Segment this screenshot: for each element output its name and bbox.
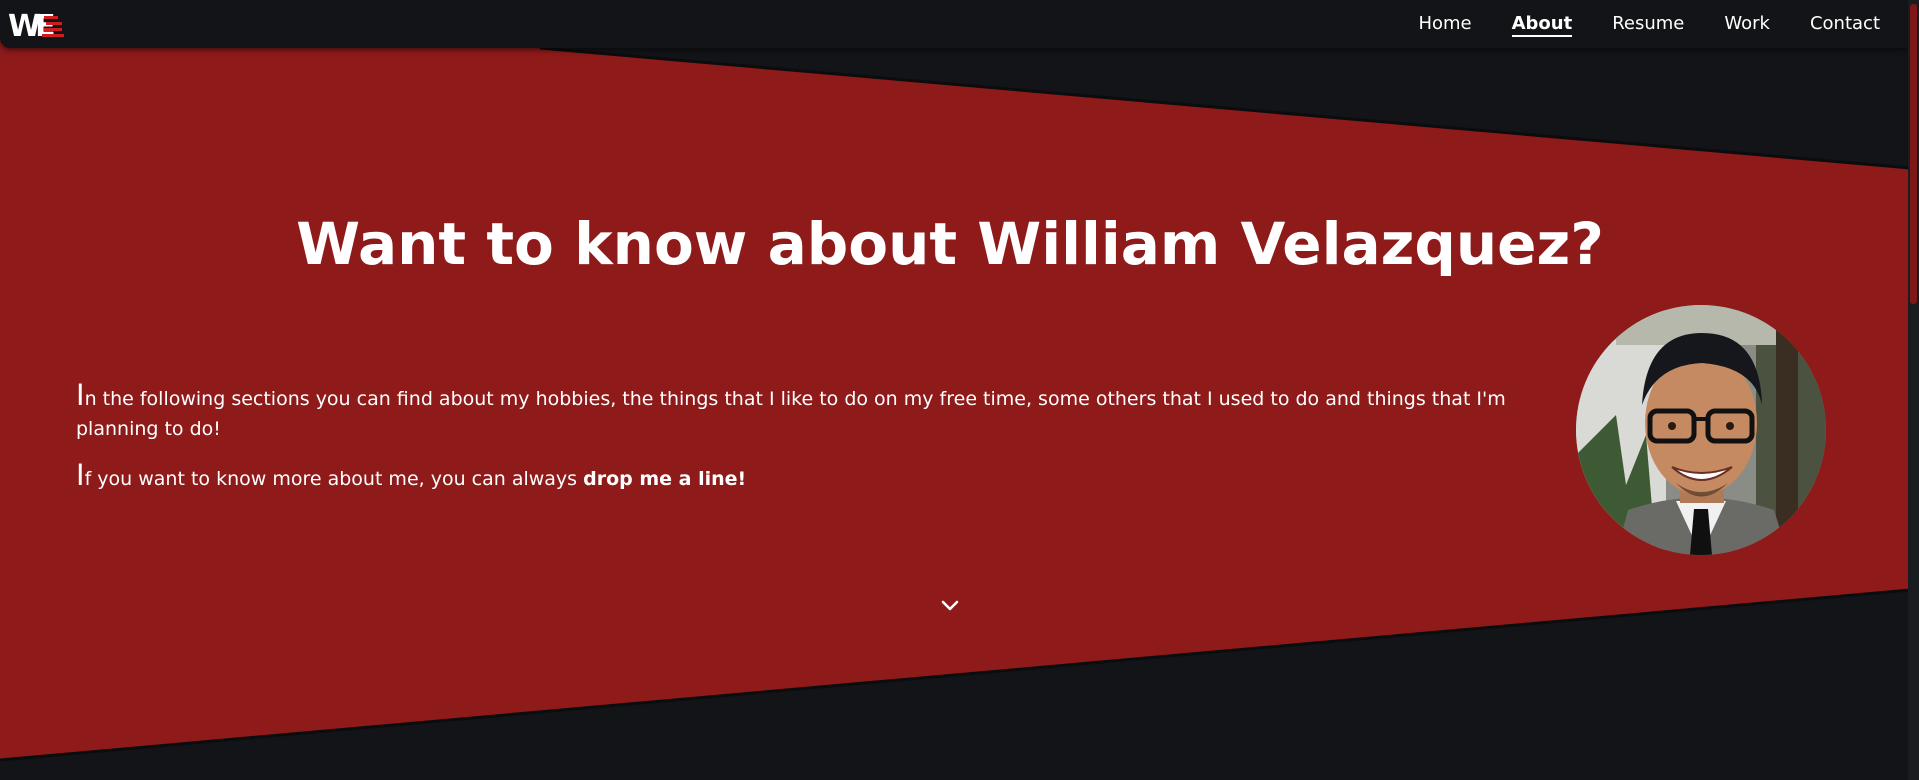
page: WE Home About Resume Work Contact Want t…: [0, 0, 1919, 780]
scrollbar[interactable]: [1908, 0, 1919, 780]
paragraph-text: f you want to know more about me, you ca…: [84, 468, 584, 490]
contact-link[interactable]: drop me a line!: [583, 468, 746, 490]
drop-cap: I: [76, 458, 85, 492]
nav-about[interactable]: About: [1511, 0, 1572, 48]
logo-icon: WE: [8, 9, 64, 44]
scrollbar-thumb[interactable]: [1910, 4, 1917, 304]
paragraph-text: n the following sections you can find ab…: [76, 388, 1506, 440]
nav-home[interactable]: Home: [1418, 0, 1471, 48]
nav-work[interactable]: Work: [1724, 0, 1770, 48]
profile-photo: [1576, 305, 1826, 555]
chevron-down-icon[interactable]: [938, 596, 962, 616]
about-paragraph-2: If you want to know more about me, you c…: [76, 460, 1516, 494]
logo[interactable]: WE: [8, 7, 68, 44]
main-nav: Home About Resume Work Contact: [1378, 0, 1880, 48]
profile-photo-illustration: [1576, 305, 1826, 555]
nav-resume[interactable]: Resume: [1612, 0, 1684, 48]
nav-contact[interactable]: Contact: [1810, 0, 1880, 48]
navbar: WE Home About Resume Work Contact: [0, 0, 1908, 48]
about-text: In the following sections you can find a…: [76, 380, 1516, 510]
page-title: Want to know about William Velazquez?: [296, 210, 1604, 278]
about-paragraph-1: In the following sections you can find a…: [76, 380, 1516, 444]
drop-cap: I: [76, 378, 85, 412]
